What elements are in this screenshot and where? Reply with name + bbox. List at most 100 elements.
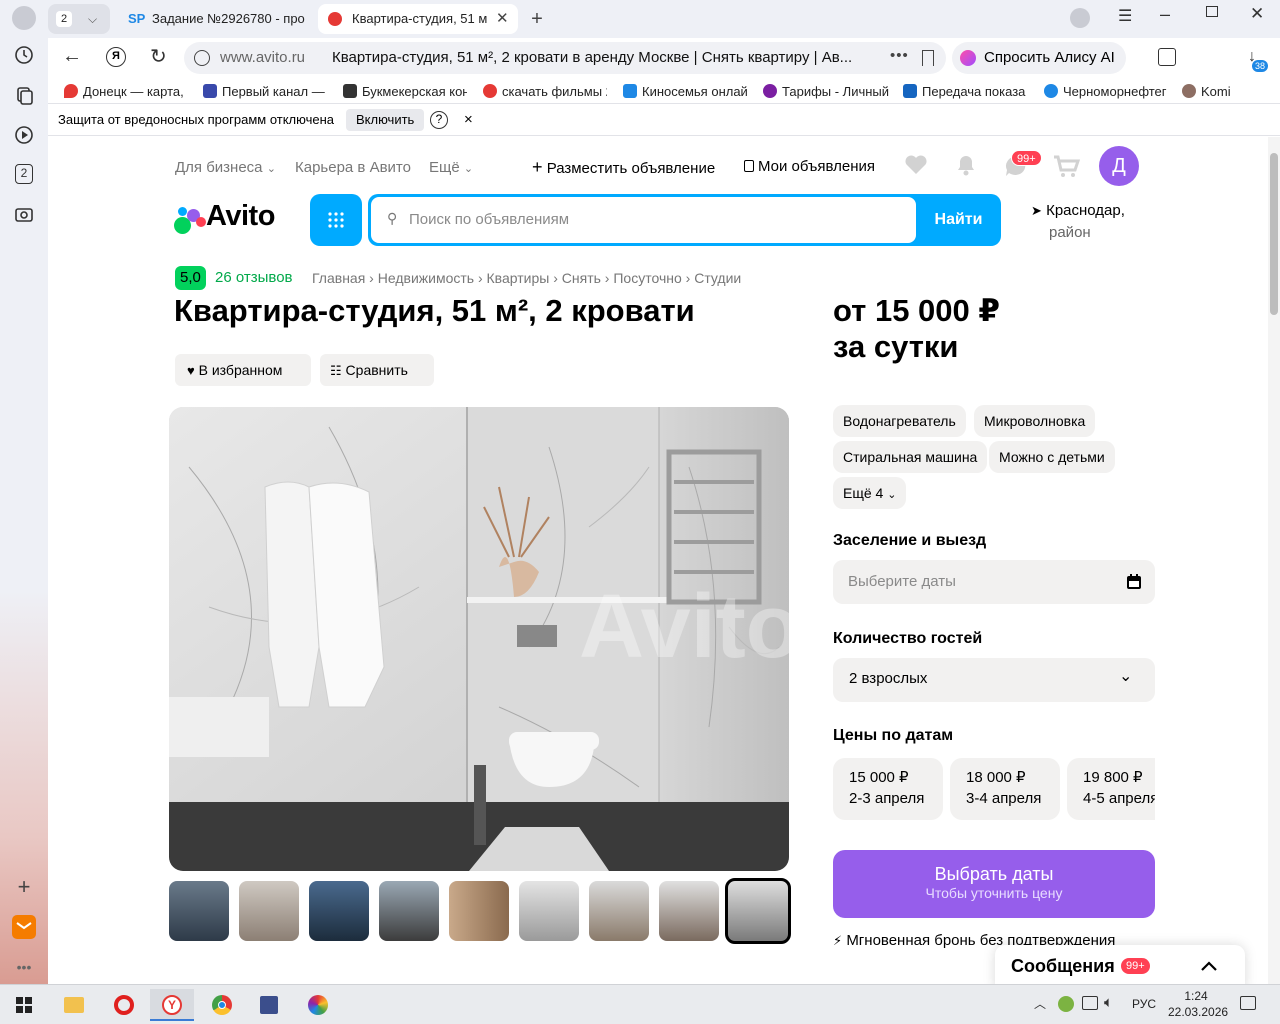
history-icon[interactable] bbox=[13, 44, 35, 66]
tab-group-switcher[interactable]: 2 ⌵ bbox=[48, 4, 110, 34]
messenger-widget[interactable]: Сообщения 99+ bbox=[995, 945, 1245, 984]
post-ad-button[interactable]: + Разместить объявление bbox=[532, 157, 715, 178]
close-window-icon[interactable]: ✕ bbox=[1250, 4, 1264, 24]
breadcrumb-item[interactable]: Недвижимость bbox=[378, 270, 474, 286]
enable-protection-button[interactable]: Включить bbox=[346, 109, 425, 131]
bookmark-item[interactable]: Тарифы - Личный bbox=[763, 82, 889, 102]
profile-icon[interactable] bbox=[12, 6, 36, 30]
messenger-label: Сообщения bbox=[1011, 956, 1115, 976]
play-icon[interactable] bbox=[13, 124, 35, 146]
favorite-button[interactable]: ♥ В избранном bbox=[175, 354, 311, 386]
bookmark-item[interactable]: Донецк — карта, bbox=[64, 82, 186, 102]
yandex-icon[interactable]: Я bbox=[106, 47, 126, 67]
breadcrumb: Главная › Недвижимость › Квартиры › Снят… bbox=[312, 270, 742, 286]
yandex-browser-icon[interactable]: Y bbox=[150, 989, 194, 1021]
ask-alice-button[interactable]: Спросить Алису AI bbox=[952, 42, 1126, 74]
select-dates-button[interactable]: Выбрать даты Чтобы уточнить цену bbox=[833, 850, 1155, 918]
compare-button[interactable]: ☷ Сравнить bbox=[320, 354, 434, 386]
tab-task[interactable]: SP Задание №2926780 - про bbox=[120, 4, 312, 34]
clock[interactable]: 1:24 22.03.2026 bbox=[1168, 988, 1228, 1020]
breadcrumb-item[interactable]: Главная bbox=[312, 270, 365, 286]
menu-icon[interactable]: ☰ bbox=[1118, 6, 1132, 26]
collections-icon[interactable] bbox=[13, 84, 35, 106]
network-icon[interactable] bbox=[1082, 996, 1098, 1010]
main-photo[interactable]: Avito bbox=[169, 407, 789, 871]
photo-thumbnail[interactable] bbox=[519, 881, 579, 941]
breadcrumb-item[interactable]: Квартиры bbox=[487, 270, 550, 286]
breadcrumb-item[interactable]: Студии bbox=[694, 270, 741, 286]
new-tab-button[interactable]: + bbox=[524, 4, 550, 34]
bookmark-item[interactable]: Черноморнефтег bbox=[1044, 82, 1170, 102]
date-price-card[interactable]: 19 800 ₽4-5 апреля bbox=[1067, 758, 1155, 820]
rating-score: 5,0 bbox=[175, 266, 206, 290]
bookmark-item[interactable]: Komi bbox=[1182, 82, 1252, 102]
windows-start-icon bbox=[16, 997, 32, 1013]
photo-thumbnail[interactable] bbox=[379, 881, 439, 941]
photo-thumbnail[interactable] bbox=[449, 881, 509, 941]
bookmark-item[interactable]: Первый канал — bbox=[203, 82, 327, 102]
colorful-app-icon[interactable] bbox=[296, 989, 340, 1021]
photo-thumbnail[interactable] bbox=[239, 881, 299, 941]
photo-thumbnail[interactable] bbox=[659, 881, 719, 941]
chrome-icon[interactable] bbox=[200, 989, 244, 1021]
chevron-up-icon bbox=[1201, 961, 1217, 971]
scrollbar-thumb[interactable] bbox=[1270, 153, 1278, 315]
photo-thumbnail[interactable] bbox=[309, 881, 369, 941]
avito-logo-text[interactable]: Avito bbox=[206, 200, 275, 233]
date-price-card[interactable]: 18 000 ₽3-4 апреля bbox=[950, 758, 1060, 820]
translate-icon[interactable] bbox=[1158, 48, 1176, 66]
opera-icon[interactable] bbox=[102, 989, 146, 1021]
restore-icon[interactable] bbox=[1206, 6, 1218, 17]
add-panel-icon[interactable]: + bbox=[13, 876, 35, 898]
language-indicator[interactable]: РУС bbox=[1132, 997, 1156, 1011]
close-tab-icon[interactable]: ✕ bbox=[496, 4, 509, 34]
more-icon[interactable]: ••• bbox=[13, 956, 35, 978]
bookmark-item[interactable]: Букмекерская кон bbox=[343, 82, 467, 102]
address-bar[interactable]: www.avito.ru Квартира-студия, 51 м², 2 к… bbox=[184, 42, 946, 74]
volume-icon[interactable]: 🔈︎ bbox=[1104, 994, 1113, 1011]
photo-thumbnail[interactable] bbox=[589, 881, 649, 941]
tab-count-icon[interactable]: 2 bbox=[15, 164, 33, 184]
copy-icon bbox=[744, 160, 754, 172]
close-infobar-icon[interactable]: × bbox=[464, 104, 473, 136]
address-title: Квартира-студия, 51 м², 2 кровати в арен… bbox=[332, 49, 853, 66]
minimize-icon[interactable]: – bbox=[1160, 4, 1170, 25]
breadcrumb-item[interactable]: Посуточно bbox=[613, 270, 681, 286]
bookmark-item[interactable]: Передача показа bbox=[903, 82, 1029, 102]
back-icon[interactable]: ← bbox=[62, 45, 82, 68]
bookmark-icon[interactable] bbox=[922, 50, 934, 66]
screenshot-icon[interactable] bbox=[13, 204, 35, 226]
tray-expand-icon[interactable]: ︿ bbox=[1034, 995, 1046, 1012]
reload-icon[interactable]: ↻ bbox=[150, 44, 167, 69]
tab-label: Задание №2926780 - про bbox=[152, 11, 305, 26]
bathroom-photo-image: Avito bbox=[169, 407, 789, 871]
bookmark-item[interactable]: скачать фильмы 2 bbox=[483, 82, 607, 102]
photo-thumbnail[interactable] bbox=[169, 881, 229, 941]
nav-more[interactable]: Ещё ⌄ bbox=[429, 159, 473, 176]
page-scrollbar[interactable] bbox=[1268, 137, 1280, 984]
file-explorer-icon[interactable] bbox=[52, 989, 96, 1021]
photo-thumbnail-selected[interactable] bbox=[725, 878, 791, 944]
tab-avito[interactable]: Квартира-студия, 51 м ✕ bbox=[318, 4, 518, 34]
date-prices-scroller[interactable]: 15 000 ₽2-3 апреля 18 000 ₽3-4 апреля 19… bbox=[833, 137, 1155, 837]
nav-business[interactable]: Для бизнеса ⌄ bbox=[175, 159, 276, 176]
breadcrumb-item[interactable]: Снять bbox=[562, 270, 601, 286]
chevron-down-icon: ⌵ bbox=[88, 12, 98, 26]
bookmark-item[interactable]: Киносемья онлай bbox=[623, 82, 749, 102]
infobar-text: Защита от вредоносных программ отключена bbox=[58, 112, 335, 127]
mail-icon[interactable] bbox=[12, 915, 36, 939]
avito-logo-icon[interactable] bbox=[174, 205, 208, 235]
more-options-icon[interactable]: ••• bbox=[890, 47, 909, 64]
account-icon[interactable] bbox=[1070, 8, 1090, 28]
app-icon[interactable] bbox=[248, 989, 292, 1021]
notification-center-icon[interactable] bbox=[1240, 996, 1256, 1010]
help-icon[interactable]: ? bbox=[430, 111, 448, 129]
nav-career[interactable]: Карьера в Авито bbox=[295, 159, 411, 176]
categories-button[interactable] bbox=[310, 194, 362, 246]
tray-app-icon[interactable] bbox=[1058, 996, 1074, 1012]
tariff-icon bbox=[763, 84, 777, 98]
alice-icon bbox=[960, 50, 976, 66]
reviews-link[interactable]: 26 отзывов bbox=[215, 269, 293, 286]
date-price-card[interactable]: 15 000 ₽2-3 апреля bbox=[833, 758, 943, 820]
site-info-icon[interactable] bbox=[194, 50, 210, 66]
